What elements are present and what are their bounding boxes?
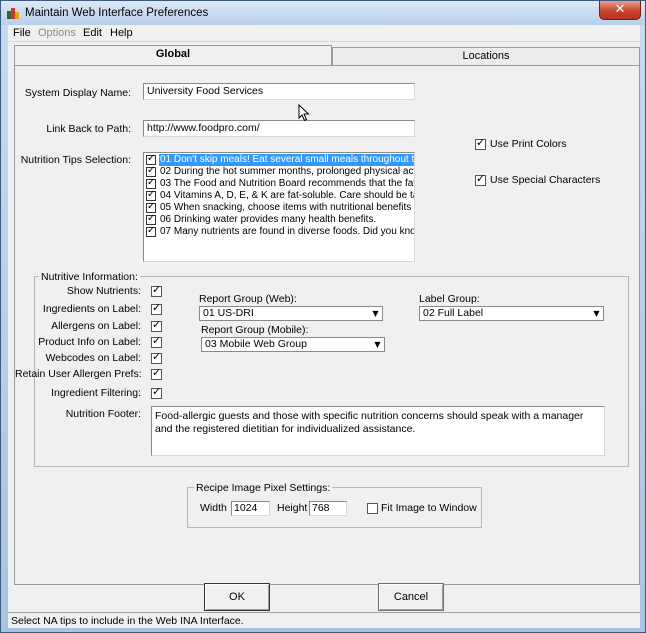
list-item[interactable]: 05 When snacking, choose items with nutr… [145, 201, 414, 214]
height-input[interactable]: 768 [309, 501, 347, 516]
nutrition-tips-list[interactable]: 01 Don't skip meals! Eat several small m… [143, 152, 415, 262]
checkbox-checked-icon[interactable] [146, 165, 156, 177]
fit-image-label: Fit Image to Window [381, 502, 477, 514]
product-info-on-label-label: Product Info on Label: [38, 336, 141, 348]
checkbox-checked-icon[interactable] [146, 201, 156, 213]
recipe-image-title: Recipe Image Pixel Settings: [194, 482, 333, 494]
chevron-down-icon[interactable]: ▼ [590, 307, 603, 320]
nutrition-footer-input[interactable]: Food-allergic guests and those with spec… [151, 406, 605, 456]
app-window: Maintain Web Interface Preferences ✕ Fil… [0, 0, 646, 633]
list-item[interactable]: 01 Don't skip meals! Eat several small m… [145, 153, 414, 166]
menu-file[interactable]: File [13, 27, 31, 39]
ingredients-on-label-label: Ingredients on Label: [42, 303, 141, 315]
report-group-mobile-label: Report Group (Mobile): [201, 324, 309, 336]
close-button[interactable]: ✕ [599, 1, 641, 20]
nutrition-tips-label: Nutrition Tips Selection: [20, 154, 131, 166]
window-title: Maintain Web Interface Preferences [25, 7, 209, 19]
system-display-name-input[interactable]: University Food Services [143, 83, 415, 100]
title-bar[interactable]: Maintain Web Interface Preferences ✕ [1, 1, 645, 25]
app-icon [6, 6, 20, 20]
product-info-on-label-checkbox[interactable] [151, 334, 162, 348]
width-label: Width [200, 502, 227, 514]
width-input[interactable]: 1024 [231, 501, 270, 516]
use-print-colors-label: Use Print Colors [490, 138, 567, 150]
use-print-colors-checkbox[interactable] [475, 136, 486, 150]
close-icon: ✕ [614, 2, 626, 17]
system-display-name-label: System Display Name: [24, 87, 131, 99]
menu-options[interactable]: Options [38, 27, 76, 39]
menu-help[interactable]: Help [110, 27, 133, 39]
show-nutrients-checkbox[interactable] [151, 283, 162, 297]
checkbox-checked-icon[interactable] [146, 189, 156, 201]
link-back-input[interactable]: http://www.foodpro.com/ [143, 120, 415, 137]
allergens-on-label-checkbox[interactable] [151, 318, 162, 332]
global-tab-panel: System Display Name: University Food Ser… [14, 65, 640, 585]
webcodes-on-label-checkbox[interactable] [151, 350, 162, 364]
menu-edit[interactable]: Edit [83, 27, 102, 39]
tab-locations[interactable]: Locations [332, 47, 640, 65]
checkbox-checked-icon[interactable] [146, 213, 156, 225]
list-item[interactable]: 04 Vitamins A, D, E, & K are fat-soluble… [145, 189, 414, 202]
list-item[interactable]: 06 Drinking water provides many health b… [145, 213, 414, 226]
chevron-down-icon[interactable]: ▼ [371, 338, 384, 351]
nutrition-footer-label: Nutrition Footer: [65, 408, 141, 420]
checkbox-checked-icon[interactable] [146, 225, 156, 237]
report-group-mobile-select[interactable]: 03 Mobile Web Group ▼ [201, 337, 385, 352]
ingredients-on-label-checkbox[interactable] [151, 301, 162, 315]
use-special-characters-checkbox[interactable] [475, 172, 486, 186]
checkbox-checked-icon[interactable] [146, 177, 156, 189]
retain-allergen-prefs-checkbox[interactable] [151, 366, 162, 380]
checkbox-checked-icon[interactable] [146, 153, 156, 165]
dialog-body: Global Locations System Display Name: Un… [8, 42, 640, 628]
allergens-on-label-label: Allergens on Label: [51, 320, 141, 332]
list-item[interactable]: 02 During the hot summer months, prolong… [145, 165, 414, 178]
report-group-web-select[interactable]: 01 US-DRI ▼ [199, 306, 383, 321]
fit-image-checkbox[interactable] [367, 503, 378, 514]
ingredient-filtering-label: Ingredient Filtering: [51, 387, 141, 399]
list-item[interactable]: 03 The Food and Nutrition Board recommen… [145, 177, 414, 190]
cancel-button[interactable]: Cancel [378, 583, 444, 611]
label-group-label: Label Group: [419, 293, 480, 305]
link-back-label: Link Back to Path: [46, 123, 131, 135]
ingredient-filtering-checkbox[interactable] [151, 385, 162, 399]
status-bar: Select NA tips to include in the Web INA… [8, 612, 640, 628]
menu-bar: File Options Edit Help [8, 25, 640, 42]
ok-button[interactable]: OK [204, 583, 270, 611]
show-nutrients-label: Show Nutrients: [66, 285, 141, 297]
retain-allergen-prefs-label: Retain User Allergen Prefs: [15, 368, 142, 380]
nutritive-info-title: Nutritive Information: [39, 271, 140, 283]
report-group-web-label: Report Group (Web): [199, 293, 297, 305]
webcodes-on-label-label: Webcodes on Label: [45, 352, 141, 364]
list-item[interactable]: 07 Many nutrients are found in diverse f… [145, 225, 414, 238]
mouse-pointer-icon [298, 103, 310, 122]
label-group-select[interactable]: 02 Full Label ▼ [419, 306, 604, 321]
tab-global[interactable]: Global [14, 45, 332, 65]
use-special-characters-label: Use Special Characters [490, 174, 601, 186]
height-label: Height [277, 502, 308, 514]
chevron-down-icon[interactable]: ▼ [369, 307, 382, 320]
